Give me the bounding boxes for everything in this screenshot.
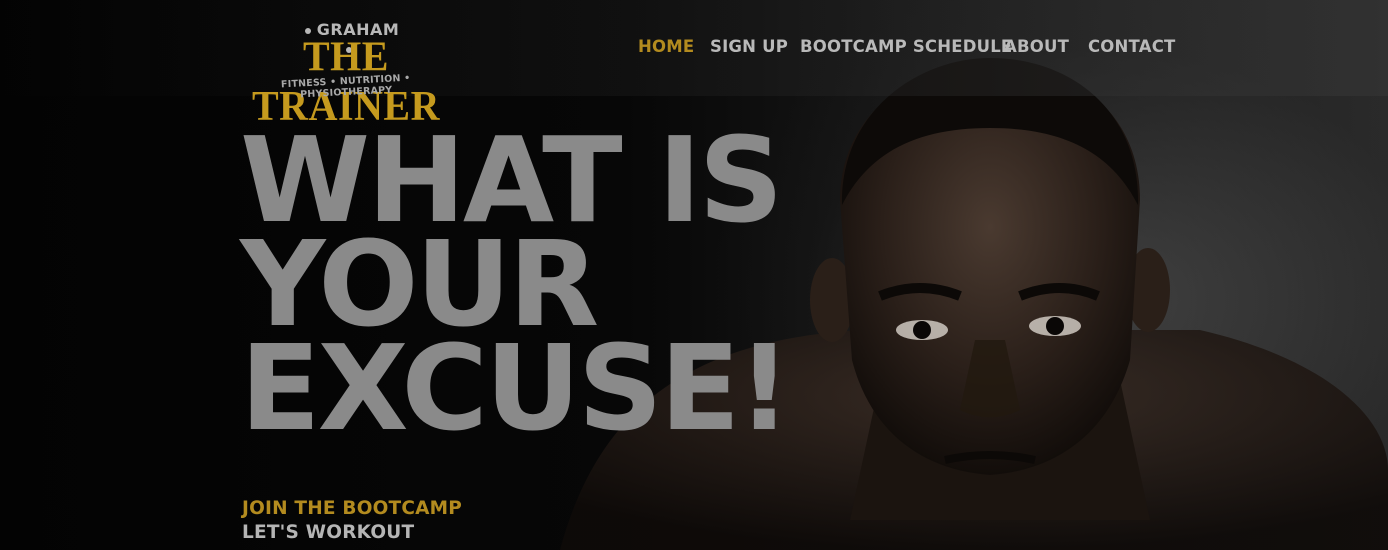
join-bootcamp-link[interactable]: JOIN THE BOOTCAMP [242, 498, 462, 519]
nav-item-sign-up[interactable]: SIGN UP [710, 37, 788, 56]
nav-item-about[interactable]: ABOUT [1004, 37, 1069, 56]
nav-item-bootcamp-schedule[interactable]: BOOTCAMP SCHEDULE [800, 37, 1012, 56]
hero-headline: WHAT IS YOUR EXCUSE! [240, 121, 800, 457]
lets-workout-link[interactable]: LET'S WORKOUT [242, 522, 414, 543]
site-logo[interactable]: GRAHAM THE TRAINER FITNESS • NUTRITION •… [234, 18, 458, 129]
headline-line: EXCUSE! [240, 319, 791, 457]
nav-item-home[interactable]: HOME [638, 37, 694, 56]
nav-item-contact[interactable]: CONTACT [1088, 37, 1175, 56]
